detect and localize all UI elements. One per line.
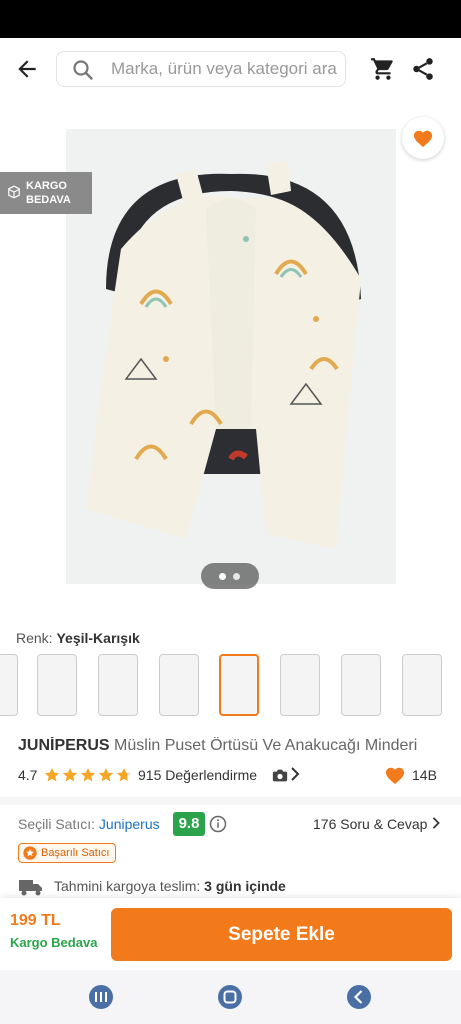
product-name: Müslin Puset Örtüsü Ve Anakucağı Minderi: [114, 737, 418, 754]
seller-label: Seçili Satıcı:: [18, 816, 96, 832]
camera-icon: [272, 769, 288, 785]
share-icon[interactable]: [410, 56, 436, 82]
back-nav-icon[interactable]: [346, 984, 372, 1010]
successful-seller-badge: Başarılı Satıcı: [18, 843, 117, 863]
variant-thumbnail[interactable]: [159, 654, 199, 716]
favorite-button[interactable]: [402, 117, 444, 159]
pager-dot[interactable]: [233, 573, 240, 580]
search-icon: [71, 58, 95, 82]
add-to-cart-button[interactable]: Sepete Ekle: [111, 908, 452, 961]
variant-label-text: Renk:: [16, 630, 53, 646]
variant-thumbnail[interactable]: [280, 654, 320, 716]
review-count[interactable]: 915 Değerlendirme: [138, 767, 257, 783]
cargo-badge-line2: BEDAVA: [26, 194, 71, 206]
free-shipping-label: Kargo Bedava: [10, 935, 98, 950]
search-input[interactable]: [111, 52, 341, 86]
top-bar: [0, 38, 461, 101]
product-title: JUNİPERUS Müslin Puset Örtüsü Ve Anakuca…: [18, 737, 458, 755]
status-bar: [0, 0, 461, 38]
qa-link[interactable]: 176 Soru & Cevap: [313, 816, 441, 832]
brand-name[interactable]: JUNİPERUS: [18, 737, 110, 754]
product-image[interactable]: [66, 129, 396, 584]
variant-thumbnail[interactable]: [341, 654, 381, 716]
variant-thumbnail[interactable]: [37, 654, 77, 716]
free-shipping-badge: KARGO BEDAVA: [0, 172, 92, 214]
search-box[interactable]: [56, 51, 346, 87]
system-nav-bar: [0, 970, 461, 1024]
rating-row[interactable]: 4.7 915 Değerlendirme 14B: [18, 765, 458, 787]
variant-value: Yeşil-Karışık: [56, 630, 140, 646]
delivery-value: 3 gün içinde: [204, 878, 286, 894]
info-icon[interactable]: [209, 815, 227, 838]
chevron-right-icon: [290, 767, 300, 784]
variant-thumbnail[interactable]: [98, 654, 138, 716]
badge-label: Başarılı Satıcı: [41, 847, 110, 859]
seller-row: Seçili Satıcı: Juniperus: [18, 816, 160, 832]
likes-heart-icon[interactable]: [384, 765, 406, 788]
likes-count: 14B: [412, 767, 437, 783]
variant-label: Renk: Yeşil-Karışık: [16, 630, 140, 646]
variant-thumbnail[interactable]: [402, 654, 442, 716]
medal-icon: [23, 846, 37, 860]
box-icon: [8, 185, 20, 199]
star-rating-icon: [44, 767, 144, 783]
variant-thumbnail[interactable]: [0, 654, 18, 716]
qa-count: 176 Soru & Cevap: [313, 816, 428, 832]
product-gallery[interactable]: KARGO BEDAVA: [0, 100, 461, 615]
variant-thumbnail-selected[interactable]: [219, 654, 259, 716]
recent-apps-icon[interactable]: [88, 984, 114, 1010]
bottom-action-bar: 199 TL Kargo Bedava Sepete Ekle: [0, 898, 461, 970]
section-divider: [0, 797, 461, 805]
pager-dot-active[interactable]: [219, 573, 226, 580]
heart-icon: [413, 130, 433, 148]
home-icon[interactable]: [217, 984, 243, 1010]
chevron-right-icon: [433, 817, 441, 829]
cart-icon[interactable]: [370, 56, 396, 82]
seller-name[interactable]: Juniperus: [99, 816, 160, 832]
cargo-badge-line1: KARGO: [26, 180, 67, 192]
price: 199 TL: [10, 912, 61, 929]
back-arrow-icon[interactable]: [14, 56, 42, 82]
rating-value: 4.7: [18, 767, 38, 783]
delivery-label: Tahmini kargoya teslim:: [54, 878, 201, 894]
variant-thumbnails[interactable]: [0, 654, 461, 720]
truck-icon: [18, 878, 44, 899]
image-pager: [201, 563, 259, 589]
seller-score: 9.8: [173, 812, 205, 836]
